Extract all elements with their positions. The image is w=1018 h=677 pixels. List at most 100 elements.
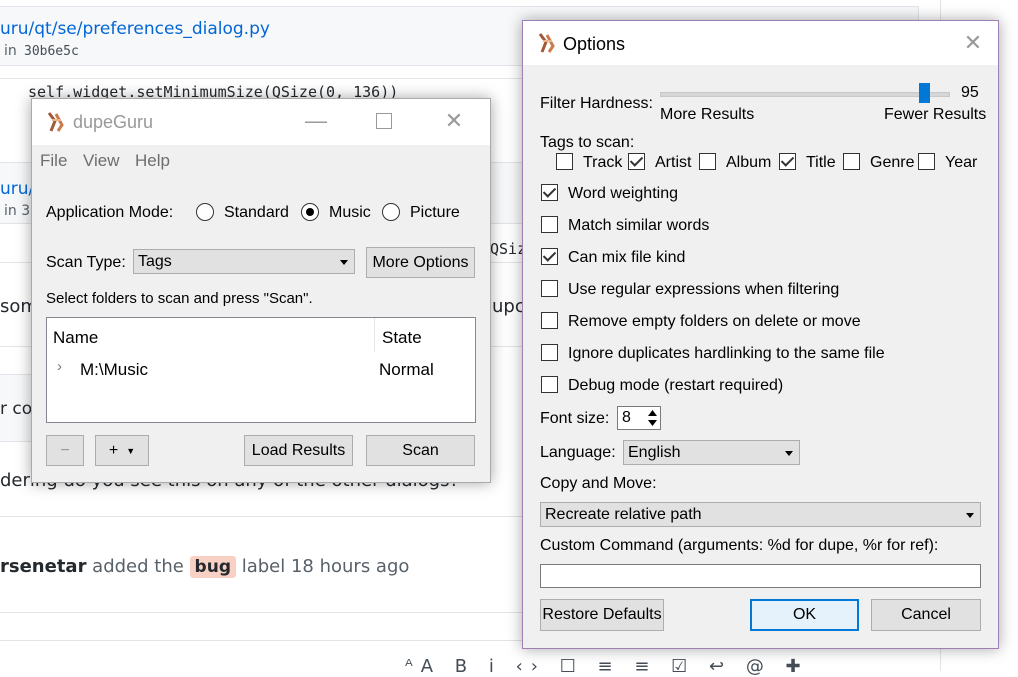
- more-results-label: More Results: [660, 106, 755, 123]
- chevron-down-icon: [966, 512, 974, 518]
- match-similar-checkbox[interactable]: [541, 216, 558, 233]
- fewer-results-label: Fewer Results: [884, 106, 987, 123]
- file-link-2[interactable]: uru/: [0, 179, 34, 199]
- menu-view[interactable]: View: [83, 151, 120, 171]
- more-options-button[interactable]: More Options: [366, 247, 475, 278]
- scan-button[interactable]: Scan: [366, 435, 475, 466]
- debug-mode-checkbox[interactable]: [541, 376, 558, 393]
- minimize-icon[interactable]: —: [304, 108, 328, 133]
- tags-to-scan-label: Tags to scan:: [540, 134, 635, 151]
- commit-hash[interactable]: 30b6e5c: [24, 44, 79, 59]
- dupeguru-main-window: dupeGuru — ✕ File View Help Application …: [31, 98, 491, 483]
- mode-standard-radio[interactable]: [196, 203, 214, 221]
- language-value: English: [628, 443, 681, 461]
- close-icon[interactable]: ✕: [961, 30, 985, 55]
- custom-command-input[interactable]: [540, 564, 981, 588]
- ignore-hardlinks-checkbox[interactable]: [541, 344, 558, 361]
- tag-year-checkbox[interactable]: [918, 153, 935, 170]
- menu-help[interactable]: Help: [135, 151, 170, 171]
- maximize-icon[interactable]: [372, 109, 396, 133]
- cancel-button[interactable]: Cancel: [871, 599, 981, 631]
- app-logo-icon: [537, 32, 557, 59]
- restore-defaults-button[interactable]: Restore Defaults: [540, 599, 664, 631]
- regex-filter-label[interactable]: Use regular expressions when filtering: [568, 281, 839, 299]
- column-header-state[interactable]: State: [382, 328, 422, 348]
- code-fragment: QSiz: [490, 240, 527, 258]
- app-logo-icon: [46, 111, 66, 138]
- copy-move-select[interactable]: Recreate relative path: [540, 502, 981, 527]
- column-header-name[interactable]: Name: [53, 328, 98, 348]
- folder-tree[interactable]: Name State › M:\Music Normal: [46, 317, 476, 423]
- custom-command-label: Custom Command (arguments: %d for dupe, …: [540, 537, 939, 554]
- tag-track-checkbox[interactable]: [556, 153, 573, 170]
- mode-standard-label[interactable]: Standard: [224, 204, 289, 222]
- chevron-down-icon: [785, 450, 793, 456]
- instruction-text: Select folders to scan and press "Scan".: [46, 290, 313, 307]
- regex-filter-checkbox[interactable]: [541, 280, 558, 297]
- close-icon[interactable]: ✕: [442, 108, 466, 133]
- folder-name: M:\Music: [80, 360, 148, 379]
- window-title: dupeGuru: [73, 112, 154, 132]
- tag-title-label[interactable]: Title: [806, 154, 836, 172]
- remove-folder-button[interactable]: −: [46, 435, 84, 466]
- word-weighting-label[interactable]: Word weighting: [568, 185, 678, 203]
- comment-text-right: upc: [492, 296, 525, 317]
- spin-down-icon[interactable]: [646, 418, 659, 428]
- mode-music-label[interactable]: Music: [329, 204, 371, 222]
- font-size-spinbox[interactable]: 8: [617, 406, 661, 430]
- file-link[interactable]: uru/qt/se/preferences_dialog.py: [0, 19, 270, 39]
- event-user[interactable]: rsenetar: [0, 556, 86, 577]
- add-folder-button[interactable]: + ▼: [95, 435, 149, 466]
- table-row[interactable]: › M:\Music Normal: [47, 354, 475, 384]
- tag-album-checkbox[interactable]: [699, 153, 716, 170]
- app-mode-label: Application Mode:: [46, 204, 174, 221]
- tag-title-checkbox[interactable]: [779, 153, 796, 170]
- load-results-button[interactable]: Load Results: [244, 435, 353, 466]
- tag-artist-checkbox[interactable]: [628, 153, 645, 170]
- dialog-title: Options: [563, 34, 626, 54]
- font-size-value: 8: [622, 409, 631, 426]
- remove-empty-folders-label[interactable]: Remove empty folders on delete or move: [568, 313, 861, 331]
- chevron-down-icon: [340, 259, 348, 265]
- scan-type-label: Scan Type:: [46, 254, 126, 271]
- ok-button[interactable]: OK: [750, 599, 859, 631]
- folder-state[interactable]: Normal: [379, 360, 434, 380]
- language-select[interactable]: English: [623, 440, 800, 465]
- menu-file[interactable]: File: [40, 151, 67, 171]
- mode-music-radio[interactable]: [301, 203, 319, 221]
- comment-header-text: r co: [0, 399, 33, 419]
- tag-genre-label[interactable]: Genre: [870, 154, 914, 172]
- timeline-event: rsenetar added the bug label 18 hours ag…: [0, 556, 409, 578]
- slider-thumb[interactable]: [919, 83, 930, 103]
- commit-prefix: in: [4, 43, 17, 59]
- font-size-label: Font size:: [540, 410, 610, 427]
- scan-type-select[interactable]: Tags: [133, 249, 355, 274]
- match-similar-label[interactable]: Match similar words: [568, 217, 709, 235]
- scan-type-value: Tags: [138, 252, 172, 270]
- event-action: added the: [86, 556, 190, 577]
- bug-label-badge[interactable]: bug: [189, 556, 236, 578]
- tag-track-label[interactable]: Track: [583, 154, 622, 172]
- mode-picture-label[interactable]: Picture: [410, 204, 460, 222]
- spin-up-icon[interactable]: [646, 408, 659, 418]
- language-label: Language:: [540, 444, 616, 461]
- debug-mode-label[interactable]: Debug mode (restart required): [568, 377, 783, 395]
- tag-year-label[interactable]: Year: [945, 154, 977, 172]
- comment-toolbar-icons: ᴬA B i ‹› ☐ ≡ ≡ ☑ ↩ @ ✚: [405, 656, 809, 677]
- options-dialog: Options ✕ Filter Hardness: 95 More Resul…: [522, 20, 999, 649]
- commit-prefix-2: in 3: [4, 203, 31, 219]
- expand-chevron-icon[interactable]: ›: [57, 358, 62, 375]
- word-weighting-checkbox[interactable]: [541, 184, 558, 201]
- mix-file-kind-label[interactable]: Can mix file kind: [568, 249, 685, 267]
- tag-album-label[interactable]: Album: [726, 154, 771, 172]
- filter-hardness-slider[interactable]: [660, 92, 950, 97]
- copy-move-value: Recreate relative path: [545, 505, 702, 523]
- remove-empty-folders-checkbox[interactable]: [541, 312, 558, 329]
- title-bar: Options ✕: [523, 21, 998, 65]
- tag-artist-label[interactable]: Artist: [655, 154, 691, 172]
- tag-genre-checkbox[interactable]: [843, 153, 860, 170]
- mix-file-kind-checkbox[interactable]: [541, 248, 558, 265]
- dropdown-arrow-icon: ▼: [126, 445, 136, 456]
- ignore-hardlinks-label[interactable]: Ignore duplicates hardlinking to the sam…: [568, 345, 885, 363]
- mode-picture-radio[interactable]: [382, 203, 400, 221]
